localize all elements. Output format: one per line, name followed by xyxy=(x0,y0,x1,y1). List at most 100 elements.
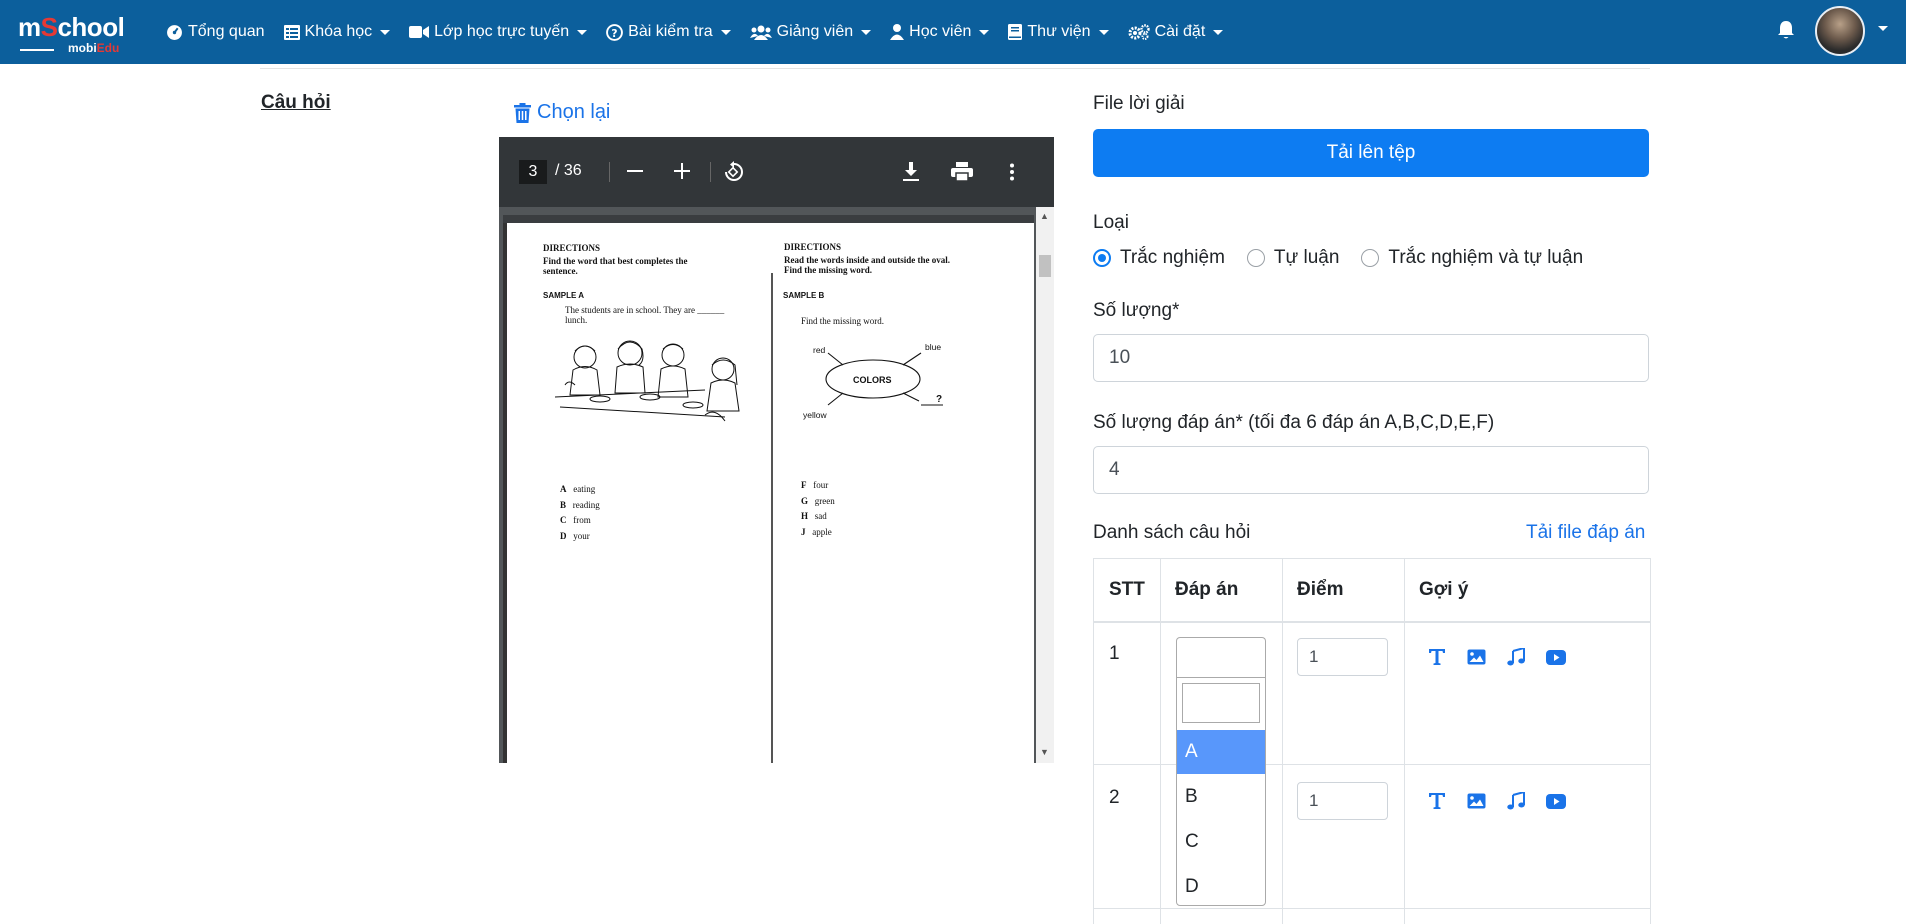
download-answers-link[interactable]: Tải file đáp án xyxy=(1526,522,1645,544)
answer-options-b: F four G green H sad J apple xyxy=(801,480,835,537)
questions-table: STT Đáp án Điểm Gợi ý 1 1 2 1 A B C D xyxy=(1093,558,1651,924)
students-lunch-illustration xyxy=(555,340,740,422)
nav-label: Cài đặt xyxy=(1154,23,1206,40)
section-title-question[interactable]: Câu hỏi xyxy=(261,92,331,114)
radio-label: Trắc nghiệm và tự luận xyxy=(1388,247,1584,268)
chevron-down-icon xyxy=(380,29,391,35)
count-input[interactable]: 10 xyxy=(1093,334,1649,382)
sample-heading: SAMPLE A xyxy=(543,291,585,300)
oval-label: COLORS xyxy=(853,375,892,385)
sample-prompt: Find the missing word. xyxy=(801,316,885,326)
upload-file-button[interactable]: Tải lên tệp xyxy=(1093,129,1649,177)
directions-text: Read the words inside and outside the ov… xyxy=(784,255,951,265)
user-avatar[interactable] xyxy=(1815,6,1865,56)
answers-count-input[interactable]: 4 xyxy=(1093,446,1649,494)
row-stt: 1 xyxy=(1109,643,1120,664)
print-icon[interactable] xyxy=(951,162,973,182)
dashboard-icon xyxy=(167,24,182,40)
radio-trac-nghiem[interactable]: Trắc nghiệm xyxy=(1093,247,1225,269)
image-icon[interactable] xyxy=(1467,793,1486,809)
nav-bai-kiem-tra[interactable]: ? Bài kiểm tra xyxy=(606,23,731,41)
nav-hoc-vien[interactable]: Học viên xyxy=(890,23,990,41)
type-label: Loại xyxy=(1093,212,1129,233)
sample-heading: SAMPLE B xyxy=(783,291,825,300)
scroll-up-icon[interactable]: ▲ xyxy=(1040,211,1049,221)
page-separator xyxy=(503,215,1034,223)
scroll-down-icon[interactable]: ▼ xyxy=(1040,747,1049,757)
reset-file-button[interactable]: Chọn lại xyxy=(514,101,610,124)
word-red: red xyxy=(813,345,826,355)
divider xyxy=(260,68,1650,69)
nav-label: Khóa học xyxy=(304,23,373,40)
answer-options-a: A eating B reading C from D your xyxy=(560,484,600,541)
nav-cai-dat[interactable]: Cài đặt xyxy=(1128,23,1224,41)
pdf-scrollbar[interactable] xyxy=(1036,207,1054,763)
nav-tong-quan[interactable]: Tổng quan xyxy=(166,23,265,41)
nav-khoa-hoc[interactable]: Khóa học xyxy=(283,23,391,41)
pdf-viewer: 3 / 36 DIRECTIONS Find the word that bes… xyxy=(499,137,1054,763)
answers-count-label: Số lượng đáp án* (tối đa 6 đáp án A,B,C,… xyxy=(1093,412,1495,433)
chevron-down-icon xyxy=(1213,29,1224,35)
text-icon[interactable] xyxy=(1428,792,1446,810)
page-edge xyxy=(503,223,507,763)
directions-heading: DIRECTIONS xyxy=(784,242,842,252)
dropdown-search-input[interactable] xyxy=(1182,683,1260,723)
cogs-icon xyxy=(1128,24,1150,40)
type-radio-group: Trắc nghiệm Tự luận Trắc nghiệm và tự lu… xyxy=(1093,247,1605,269)
hint-icons xyxy=(1428,792,1587,810)
header-divider xyxy=(1094,621,1650,623)
logo-wordmark: mSchool xyxy=(18,12,125,42)
dropdown-option-b[interactable]: B xyxy=(1177,775,1265,819)
youtube-icon[interactable] xyxy=(1546,793,1566,809)
hint-icons xyxy=(1428,648,1587,666)
youtube-icon[interactable] xyxy=(1546,649,1566,665)
radio-button[interactable] xyxy=(1361,249,1380,267)
music-icon[interactable] xyxy=(1507,792,1525,810)
user-icon xyxy=(890,24,905,40)
music-icon[interactable] xyxy=(1507,648,1525,666)
pdf-toolbar: 3 / 36 xyxy=(499,137,1054,207)
nav-giang-vien[interactable]: Giảng viên xyxy=(749,23,872,41)
sample-sentence: The students are in school. They are ___… xyxy=(565,305,725,315)
radio-button[interactable] xyxy=(1246,249,1265,267)
col-divider xyxy=(1282,559,1283,924)
chevron-down-icon xyxy=(1098,29,1109,35)
dropdown-option-a[interactable]: A xyxy=(1177,730,1265,774)
rotate-icon[interactable] xyxy=(722,161,746,183)
download-icon[interactable] xyxy=(902,162,920,182)
more-options-icon[interactable] xyxy=(1009,163,1015,181)
nav-label: Giảng viên xyxy=(776,23,854,40)
dropdown-option-c[interactable]: C xyxy=(1177,820,1265,864)
mschool-logo[interactable]: mSchool mobiEdu xyxy=(18,14,143,56)
list-icon xyxy=(283,24,300,40)
image-icon[interactable] xyxy=(1467,649,1486,665)
answer-select[interactable] xyxy=(1176,637,1266,677)
chevron-down-icon xyxy=(861,29,872,35)
nav-label: Lớp học trực tuyến xyxy=(434,23,570,40)
radio-button[interactable] xyxy=(1093,249,1111,267)
radio-trac-nghiem-tu-luan[interactable]: Trắc nghiệm và tự luận xyxy=(1361,247,1583,269)
bell-icon[interactable] xyxy=(1777,20,1795,45)
page-number-input[interactable]: 3 xyxy=(519,160,547,184)
radio-tu-luan[interactable]: Tự luận xyxy=(1246,247,1339,269)
zoom-in-icon[interactable] xyxy=(674,163,690,179)
main-menu: Tổng quan Khóa học Lớp học trực tuyến ? … xyxy=(166,0,1242,64)
column-divider xyxy=(771,273,773,763)
th-diem: Điểm xyxy=(1297,579,1344,600)
dropdown-option-d[interactable]: D xyxy=(1177,865,1265,909)
pdf-page-area[interactable]: DIRECTIONS Find the word that best compl… xyxy=(499,207,1054,763)
pdf-scroll-thumb[interactable] xyxy=(1039,255,1051,277)
nav-lop-hoc-truc-tuyen[interactable]: Lớp học trực tuyến xyxy=(409,23,588,41)
text-icon[interactable] xyxy=(1428,648,1446,666)
chevron-down-icon[interactable] xyxy=(1878,26,1888,31)
score-input[interactable]: 1 xyxy=(1297,782,1388,820)
top-navbar: mSchool mobiEdu Tổng quan Khóa học Lớp h… xyxy=(0,0,1906,64)
zoom-out-icon[interactable] xyxy=(627,170,643,173)
nav-label: Tổng quan xyxy=(188,23,265,40)
th-stt: STT xyxy=(1109,579,1145,600)
book-icon xyxy=(1008,24,1023,40)
nav-thu-vien[interactable]: Thư viện xyxy=(1008,23,1109,41)
word-yellow: yellow xyxy=(803,410,827,420)
nav-label: Thư viện xyxy=(1027,23,1091,40)
score-input[interactable]: 1 xyxy=(1297,638,1388,676)
